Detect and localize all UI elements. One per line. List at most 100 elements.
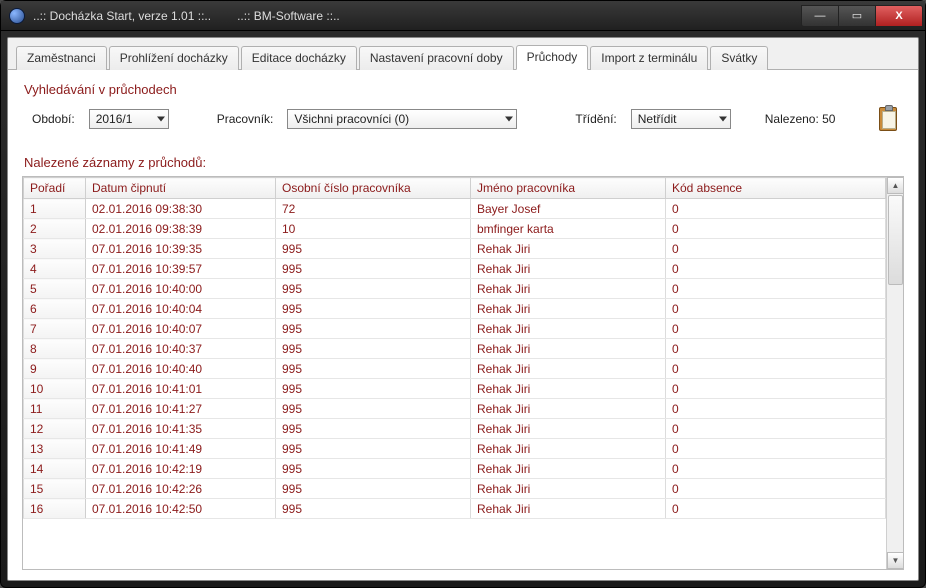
cell-emp-name: Rehak Jiri xyxy=(471,319,666,339)
cell-emp-no: 995 xyxy=(276,379,471,399)
scroll-up-button[interactable]: ▲ xyxy=(887,177,904,194)
cell-order: 4 xyxy=(24,259,86,279)
table-row[interactable]: 102.01.2016 09:38:3072Bayer Josef0 xyxy=(24,199,886,219)
cell-datetime: 07.01.2016 10:40:07 xyxy=(86,319,276,339)
tab-pr-chody[interactable]: Průchody xyxy=(516,45,589,70)
cell-emp-no: 995 xyxy=(276,459,471,479)
period-label: Období: xyxy=(32,112,75,126)
cell-emp-name: Bayer Josef xyxy=(471,199,666,219)
cell-datetime: 07.01.2016 10:41:49 xyxy=(86,439,276,459)
clipboard-icon[interactable] xyxy=(876,105,900,133)
tab-import-z-termin-lu[interactable]: Import z terminálu xyxy=(590,46,708,70)
col-abs-code[interactable]: Kód absence xyxy=(666,178,886,199)
cell-emp-no: 995 xyxy=(276,259,471,279)
tab-body-pruchody: Vyhledávání v průchodech Období: 2016/1 … xyxy=(8,70,918,580)
window-title-a: ..:: Docházka Start, verze 1.01 ::.. xyxy=(33,9,211,23)
grid-scroll[interactable]: Pořadí Datum čipnutí Osobní číslo pracov… xyxy=(23,177,886,569)
cell-datetime: 07.01.2016 10:42:26 xyxy=(86,479,276,499)
sort-value: Netřídit xyxy=(638,112,677,126)
table-row[interactable]: 1307.01.2016 10:41:49995Rehak Jiri0 xyxy=(24,439,886,459)
cell-emp-name: Rehak Jiri xyxy=(471,359,666,379)
cell-emp-no: 995 xyxy=(276,279,471,299)
cell-abs-code: 0 xyxy=(666,279,886,299)
table-row[interactable]: 407.01.2016 10:39:57995Rehak Jiri0 xyxy=(24,259,886,279)
table-row[interactable]: 507.01.2016 10:40:00995Rehak Jiri0 xyxy=(24,279,886,299)
records-table: Pořadí Datum čipnutí Osobní číslo pracov… xyxy=(23,177,886,519)
table-row[interactable]: 307.01.2016 10:39:35995Rehak Jiri0 xyxy=(24,239,886,259)
period-combo[interactable]: 2016/1 xyxy=(89,109,169,129)
sort-label: Třídění: xyxy=(575,112,616,126)
table-row[interactable]: 1507.01.2016 10:42:26995Rehak Jiri0 xyxy=(24,479,886,499)
cell-order: 8 xyxy=(24,339,86,359)
cell-datetime: 07.01.2016 10:40:37 xyxy=(86,339,276,359)
scroll-down-button[interactable]: ▼ xyxy=(887,552,904,569)
cell-abs-code: 0 xyxy=(666,439,886,459)
chevron-down-icon xyxy=(719,117,727,122)
col-order[interactable]: Pořadí xyxy=(24,178,86,199)
cell-order: 9 xyxy=(24,359,86,379)
tab-editace-doch-zky[interactable]: Editace docházky xyxy=(241,46,357,70)
cell-emp-name: Rehak Jiri xyxy=(471,259,666,279)
cell-emp-no: 995 xyxy=(276,299,471,319)
cell-emp-name: Rehak Jiri xyxy=(471,459,666,479)
tab-prohl-en-doch-zky[interactable]: Prohlížení docházky xyxy=(109,46,239,70)
table-row[interactable]: 1007.01.2016 10:41:01995Rehak Jiri0 xyxy=(24,379,886,399)
window-buttons: — ▭ X xyxy=(802,5,923,27)
col-emp-no[interactable]: Osobní číslo pracovníka xyxy=(276,178,471,199)
table-row[interactable]: 907.01.2016 10:40:40995Rehak Jiri0 xyxy=(24,359,886,379)
cell-abs-code: 0 xyxy=(666,259,886,279)
tab-strip: ZaměstnanciProhlížení docházkyEditace do… xyxy=(8,38,918,70)
app-icon xyxy=(9,8,25,24)
cell-emp-no: 995 xyxy=(276,319,471,339)
table-row[interactable]: 707.01.2016 10:40:07995Rehak Jiri0 xyxy=(24,319,886,339)
filter-row: Období: 2016/1 Pracovník: Všichni pracov… xyxy=(22,105,904,145)
cell-abs-code: 0 xyxy=(666,419,886,439)
cell-emp-no: 995 xyxy=(276,419,471,439)
cell-order: 6 xyxy=(24,299,86,319)
cell-emp-no: 995 xyxy=(276,439,471,459)
cell-abs-code: 0 xyxy=(666,379,886,399)
table-row[interactable]: 1207.01.2016 10:41:35995Rehak Jiri0 xyxy=(24,419,886,439)
cell-datetime: 07.01.2016 10:40:00 xyxy=(86,279,276,299)
titlebar[interactable]: ..:: Docházka Start, verze 1.01 ::.. ..:… xyxy=(1,1,925,31)
scroll-thumb[interactable] xyxy=(888,195,903,285)
table-row[interactable]: 1607.01.2016 10:42:50995Rehak Jiri0 xyxy=(24,499,886,519)
search-title: Vyhledávání v průchodech xyxy=(24,82,904,97)
maximize-button[interactable]: ▭ xyxy=(838,5,876,27)
table-row[interactable]: 202.01.2016 09:38:3910bmfinger karta0 xyxy=(24,219,886,239)
tab-zam-stnanci[interactable]: Zaměstnanci xyxy=(16,46,107,70)
vertical-scrollbar[interactable]: ▲ ▼ xyxy=(886,177,903,569)
table-row[interactable]: 607.01.2016 10:40:04995Rehak Jiri0 xyxy=(24,299,886,319)
table-row[interactable]: 807.01.2016 10:40:37995Rehak Jiri0 xyxy=(24,339,886,359)
cell-emp-no: 10 xyxy=(276,219,471,239)
cell-datetime: 07.01.2016 10:42:50 xyxy=(86,499,276,519)
cell-order: 7 xyxy=(24,319,86,339)
grid-wrap: Pořadí Datum čipnutí Osobní číslo pracov… xyxy=(22,176,904,570)
cell-abs-code: 0 xyxy=(666,459,886,479)
cell-abs-code: 0 xyxy=(666,299,886,319)
table-row[interactable]: 1107.01.2016 10:41:27995Rehak Jiri0 xyxy=(24,399,886,419)
cell-order: 14 xyxy=(24,459,86,479)
cell-emp-name: Rehak Jiri xyxy=(471,239,666,259)
cell-order: 11 xyxy=(24,399,86,419)
sort-combo[interactable]: Netřídit xyxy=(631,109,731,129)
worker-combo[interactable]: Všichni pracovníci (0) xyxy=(287,109,517,129)
cell-emp-name: Rehak Jiri xyxy=(471,439,666,459)
cell-order: 1 xyxy=(24,199,86,219)
table-row[interactable]: 1407.01.2016 10:42:19995Rehak Jiri0 xyxy=(24,459,886,479)
worker-label: Pracovník: xyxy=(217,112,274,126)
tab-sv-tky[interactable]: Svátky xyxy=(710,46,768,70)
cell-emp-name: Rehak Jiri xyxy=(471,339,666,359)
cell-abs-code: 0 xyxy=(666,319,886,339)
col-emp-name[interactable]: Jméno pracovníka xyxy=(471,178,666,199)
cell-order: 3 xyxy=(24,239,86,259)
minimize-button[interactable]: — xyxy=(801,5,839,27)
records-title: Nalezené záznamy z průchodů: xyxy=(24,155,904,170)
cell-emp-name: Rehak Jiri xyxy=(471,399,666,419)
cell-emp-name: Rehak Jiri xyxy=(471,499,666,519)
tab-nastaven-pracovn-doby[interactable]: Nastavení pracovní doby xyxy=(359,46,514,70)
close-button[interactable]: X xyxy=(875,5,923,27)
col-datetime[interactable]: Datum čipnutí xyxy=(86,178,276,199)
chevron-down-icon xyxy=(505,117,513,122)
found-label: Nalezeno: 50 xyxy=(765,112,836,126)
